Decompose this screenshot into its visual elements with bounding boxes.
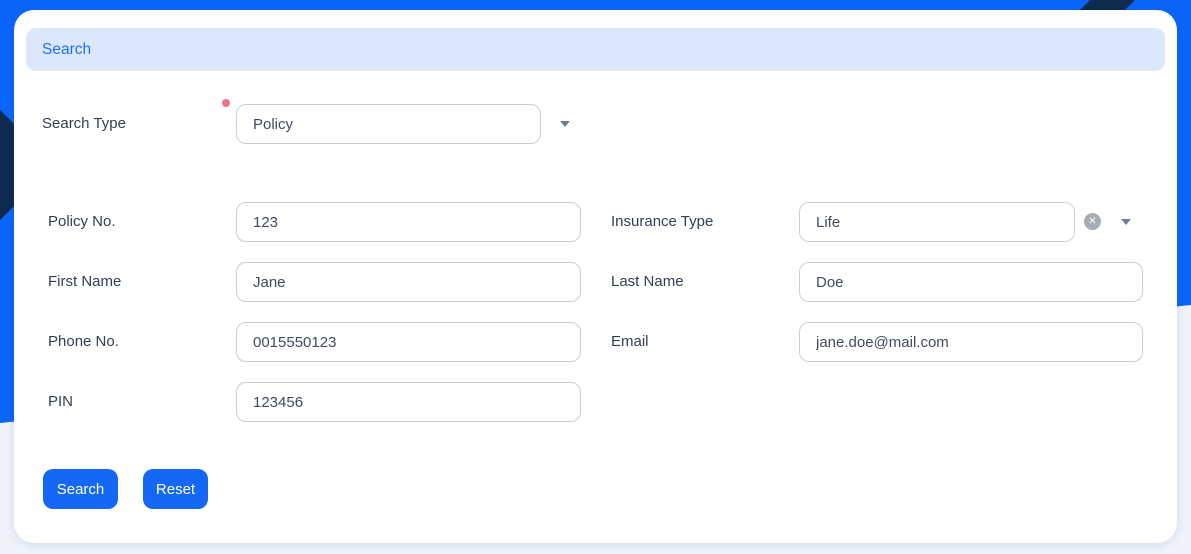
search-type-dropdown-icon[interactable]	[560, 121, 570, 127]
phone-no-label: Phone No.	[48, 334, 119, 350]
pin-label: PIN	[48, 394, 73, 410]
page-background: Search Search Type Policy No. Insurance …	[0, 0, 1191, 554]
required-dot	[222, 99, 230, 107]
insurance-type-label: Insurance Type	[611, 214, 713, 230]
first-name-label: First Name	[48, 274, 121, 290]
search-button[interactable]: Search	[43, 469, 118, 509]
first-name-input[interactable]	[236, 262, 581, 302]
insurance-type-dropdown-icon[interactable]	[1121, 219, 1131, 225]
search-type-select[interactable]	[236, 104, 541, 144]
policy-no-label: Policy No.	[48, 214, 116, 230]
pin-input[interactable]	[236, 382, 581, 422]
last-name-input[interactable]	[799, 262, 1143, 302]
insurance-type-select[interactable]	[799, 202, 1075, 242]
phone-no-input[interactable]	[236, 322, 581, 362]
search-type-label: Search Type	[42, 116, 126, 132]
search-panel: Search Search Type Policy No. Insurance …	[14, 10, 1177, 543]
email-label: Email	[611, 334, 649, 350]
reset-button[interactable]: Reset	[143, 469, 208, 509]
panel-title: Search	[42, 41, 91, 59]
email-input[interactable]	[799, 322, 1143, 362]
clear-icon[interactable]: ✕	[1084, 213, 1101, 230]
policy-no-input[interactable]	[236, 202, 581, 242]
last-name-label: Last Name	[611, 274, 684, 290]
panel-header: Search	[26, 28, 1165, 71]
